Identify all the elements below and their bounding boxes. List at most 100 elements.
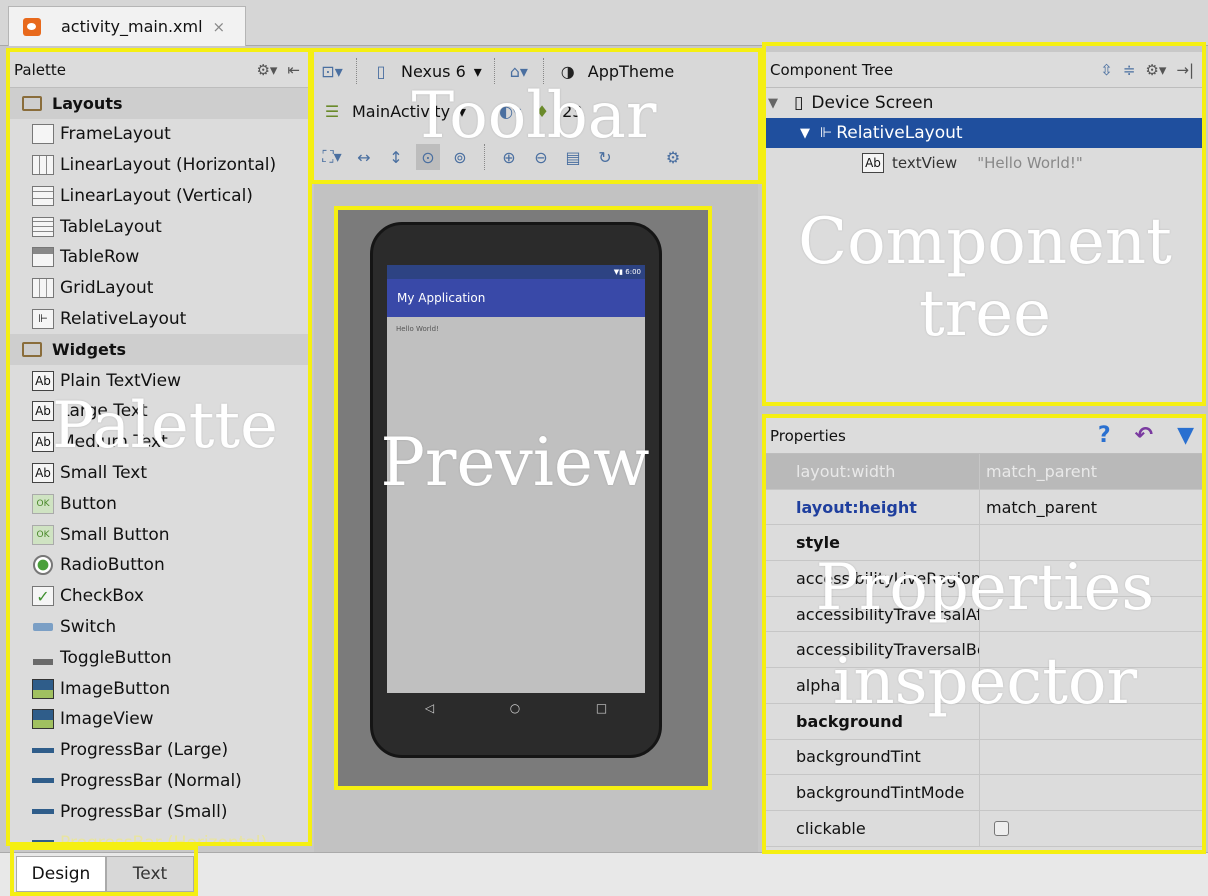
- palette-group-layouts[interactable]: Layouts: [8, 88, 310, 119]
- palette-item-medium-text[interactable]: Ab Medium Text: [8, 427, 310, 458]
- clickable-checkbox[interactable]: [994, 820, 1009, 836]
- toolbar-separator: [493, 58, 495, 84]
- filter-icon[interactable]: ▼: [1177, 423, 1194, 448]
- toolbar-separator: [484, 144, 485, 170]
- property-value[interactable]: [980, 668, 1204, 703]
- zoom-fit-icon[interactable]: ⛶▾: [320, 144, 344, 170]
- tab-design[interactable]: Design: [16, 856, 106, 892]
- property-value[interactable]: [980, 561, 1204, 596]
- tree-node-label: RelativeLayout: [836, 123, 963, 143]
- property-row-accessibility-traversal-after[interactable]: accessibilityTraversalAfter: [764, 596, 1204, 633]
- palette-item-button[interactable]: OK Button: [8, 488, 310, 519]
- fit-width-icon[interactable]: ↔: [352, 144, 376, 170]
- palette-item-framelayout[interactable]: FrameLayout: [8, 119, 310, 150]
- tree-node-textview[interactable]: Ab textView "Hello World!": [764, 148, 1204, 178]
- gear-icon[interactable]: ⚙▾: [1145, 61, 1166, 79]
- palette-item-large-text[interactable]: Ab Large Text: [8, 396, 310, 427]
- palette-item-tablerow[interactable]: TableRow: [8, 242, 310, 273]
- help-icon[interactable]: ?: [1098, 423, 1111, 448]
- expand-all-icon[interactable]: ⇳: [1100, 61, 1113, 79]
- property-row-background-tint-mode[interactable]: backgroundTintMode: [764, 775, 1204, 811]
- property-row-clickable[interactable]: clickable: [764, 810, 1204, 847]
- screenshot-icon[interactable]: ▤: [561, 144, 585, 170]
- textview-icon: Ab: [32, 462, 54, 483]
- property-value[interactable]: [980, 597, 1204, 632]
- property-row-accessibility-live-region[interactable]: accessibilityLiveRegion: [764, 561, 1204, 597]
- orientation-icon[interactable]: ⌂▾: [507, 58, 531, 84]
- tab-text[interactable]: Text: [106, 856, 194, 892]
- palette-group-widgets[interactable]: Widgets: [8, 334, 310, 366]
- property-value[interactable]: [980, 525, 1204, 560]
- gridlayout-icon: [32, 278, 54, 299]
- hide-panel-icon[interactable]: ⇤: [287, 61, 300, 79]
- palette-item-switch[interactable]: Switch: [8, 612, 310, 643]
- palette-item-gridlayout[interactable]: GridLayout: [8, 273, 310, 304]
- tree-node-relativelayout[interactable]: ▼ ⊩ RelativeLayout: [764, 118, 1204, 148]
- linearlayout-vertical-icon: [32, 185, 54, 206]
- palette-item-small-button[interactable]: OK Small Button: [8, 519, 310, 550]
- zoom-out-icon[interactable]: ⊖: [529, 144, 553, 170]
- progressbar-icon: [32, 833, 54, 842]
- palette-item-radiobutton[interactable]: RadioButton: [8, 550, 310, 581]
- palette-item-progressbar-horizontal[interactable]: ProgressBar (Horizontal): [8, 827, 310, 842]
- property-row-layout-width[interactable]: layout:width match_parent: [764, 454, 1204, 490]
- close-icon[interactable]: ×: [213, 18, 226, 36]
- fit-height-icon[interactable]: ↕: [384, 144, 408, 170]
- file-tab[interactable]: activity_main.xml ×: [8, 6, 246, 46]
- palette-item-checkbox[interactable]: ✓ CheckBox: [8, 581, 310, 612]
- palette-item-progressbar-normal[interactable]: ProgressBar (Normal): [8, 766, 310, 797]
- property-row-accessibility-traversal-before[interactable]: accessibilityTraversalBefore: [764, 632, 1204, 669]
- api-level-selector[interactable]: 23: [562, 102, 582, 121]
- palette-item-tablelayout[interactable]: TableLayout: [8, 211, 310, 242]
- property-row-background-tint[interactable]: backgroundTint: [764, 739, 1204, 776]
- collapse-all-icon[interactable]: ≑: [1123, 61, 1136, 79]
- zoom-to-fit-icon[interactable]: ⊙: [416, 144, 440, 170]
- expand-arrow-icon[interactable]: ▼: [800, 126, 810, 141]
- palette-item-label: ProgressBar (Small): [60, 801, 228, 822]
- property-row-background[interactable]: background: [764, 703, 1204, 740]
- hide-panel-icon[interactable]: →|: [1176, 61, 1194, 79]
- property-value[interactable]: match_parent: [980, 490, 1204, 525]
- theme-selector[interactable]: AppTheme: [588, 62, 674, 81]
- property-value[interactable]: [980, 632, 1204, 667]
- property-value[interactable]: match_parent: [980, 454, 1204, 489]
- property-value[interactable]: [980, 775, 1204, 810]
- undo-icon[interactable]: ↶: [1135, 423, 1153, 448]
- progressbar-icon: [32, 740, 54, 760]
- activity-selector[interactable]: MainActivity: [352, 102, 450, 121]
- palette-item-progressbar-small[interactable]: ProgressBar (Small): [8, 796, 310, 827]
- palette-item-linearlayout-vertical[interactable]: LinearLayout (Vertical): [8, 180, 310, 211]
- palette-item-plain-textview[interactable]: Ab Plain TextView: [8, 365, 310, 396]
- refresh-icon[interactable]: ↻: [593, 144, 617, 170]
- property-row-style[interactable]: style: [764, 525, 1204, 562]
- app-bar[interactable]: My Application: [387, 279, 645, 317]
- palette-item-progressbar-large[interactable]: ProgressBar (Large): [8, 735, 310, 766]
- palette-item-linearlayout-horizontal[interactable]: LinearLayout (Horizontal): [8, 150, 310, 181]
- palette-item-relativelayout[interactable]: ⊩ RelativeLayout: [8, 304, 310, 335]
- tree-node-device-screen[interactable]: ▼ ▯ Device Screen: [764, 88, 1204, 118]
- palette-item-label: ImageView: [60, 709, 154, 730]
- property-value[interactable]: [980, 811, 1204, 846]
- palette-header: Palette ⚙▾ ⇤: [8, 52, 310, 88]
- property-row-alpha[interactable]: alpha: [764, 668, 1204, 704]
- gear-icon[interactable]: ⚙▾: [256, 61, 277, 79]
- property-value[interactable]: [980, 704, 1204, 739]
- locale-icon[interactable]: ◐▾: [498, 98, 522, 124]
- actual-size-icon[interactable]: ⊚: [448, 144, 472, 170]
- component-tree-panel: Component Tree ⇳ ≑ ⚙▾ →| ▼ ▯ Device Scre…: [764, 52, 1204, 402]
- palette-group-label: Layouts: [52, 93, 123, 113]
- settings-gear-icon[interactable]: ⚙: [661, 144, 685, 170]
- property-value[interactable]: [980, 740, 1204, 775]
- hello-textview[interactable]: Hello World!: [396, 325, 439, 333]
- expand-arrow-icon[interactable]: ▼: [768, 96, 778, 111]
- design-mode-icon[interactable]: ⊡▾: [320, 58, 344, 84]
- palette-item-label: RadioButton: [60, 555, 165, 576]
- palette-item-small-text[interactable]: Ab Small Text: [8, 458, 310, 489]
- palette-item-imagebutton[interactable]: ImageButton: [8, 673, 310, 704]
- device-selector[interactable]: Nexus 6: [401, 62, 466, 81]
- properties-header: Properties ? ↶ ▼: [764, 418, 1204, 454]
- property-row-layout-height[interactable]: layout:height match_parent: [764, 489, 1204, 526]
- palette-item-imageview[interactable]: ImageView: [8, 704, 310, 735]
- palette-item-togglebutton[interactable]: ToggleButton: [8, 642, 310, 673]
- zoom-in-icon[interactable]: ⊕: [497, 144, 521, 170]
